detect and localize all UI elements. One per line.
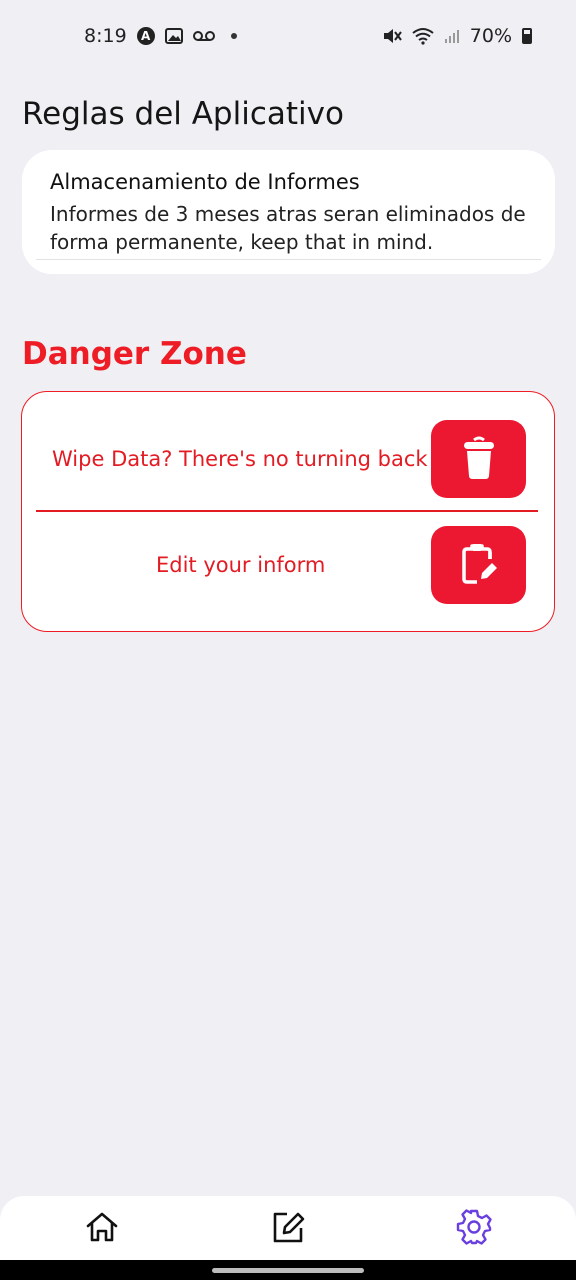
rules-card-body: Informes de 3 meses atras seran eliminad… <box>50 202 526 254</box>
voicemail-icon <box>192 30 215 42</box>
nav-settings-button[interactable] <box>452 1206 496 1250</box>
status-left: 8:19 A <box>84 25 237 47</box>
nav-edit-button[interactable] <box>266 1206 310 1250</box>
danger-zone-card: Wipe Data? There's no turning back Edit … <box>21 391 555 632</box>
edit-inform-row: Edit your inform <box>22 526 554 604</box>
settings-screen: 8:19 A 70% Reglas del Aplicativo Almacen… <box>0 0 576 1280</box>
rules-card-divider <box>36 259 541 260</box>
pencil-icon <box>270 1209 306 1248</box>
edit-inform-label: Edit your inform <box>156 553 326 577</box>
a-badge-icon: A <box>136 27 155 45</box>
battery-percent: 70% <box>469 25 512 47</box>
danger-zone-title: Danger Zone <box>22 336 247 372</box>
dot-icon <box>230 33 237 39</box>
bottom-nav <box>0 1196 576 1260</box>
home-icon <box>84 1209 120 1248</box>
rules-card-title: Almacenamiento de Informes <box>50 170 360 194</box>
status-time: 8:19 <box>84 25 127 47</box>
clipboard-edit-icon <box>459 543 499 588</box>
signal-icon <box>444 28 460 44</box>
status-right: 70% <box>382 25 532 47</box>
home-gesture-pill[interactable] <box>212 1268 364 1273</box>
nav-home-button[interactable] <box>80 1206 124 1250</box>
gear-icon <box>455 1208 493 1249</box>
danger-divider <box>36 510 538 512</box>
rules-title: Reglas del Aplicativo <box>22 96 344 132</box>
gesture-bar <box>0 1260 576 1280</box>
status-bar: 8:19 A 70% <box>0 0 576 72</box>
trash-icon <box>461 436 497 483</box>
rules-card: Almacenamiento de Informes Informes de 3… <box>22 150 555 274</box>
battery-icon <box>522 28 532 44</box>
edit-inform-button[interactable] <box>431 526 526 604</box>
wipe-data-row: Wipe Data? There's no turning back <box>22 420 554 498</box>
wifi-icon <box>412 27 434 45</box>
image-icon <box>164 28 183 44</box>
wipe-data-button[interactable] <box>431 420 526 498</box>
mute-icon <box>382 27 402 45</box>
wipe-data-label: Wipe Data? There's no turning back <box>52 447 428 471</box>
